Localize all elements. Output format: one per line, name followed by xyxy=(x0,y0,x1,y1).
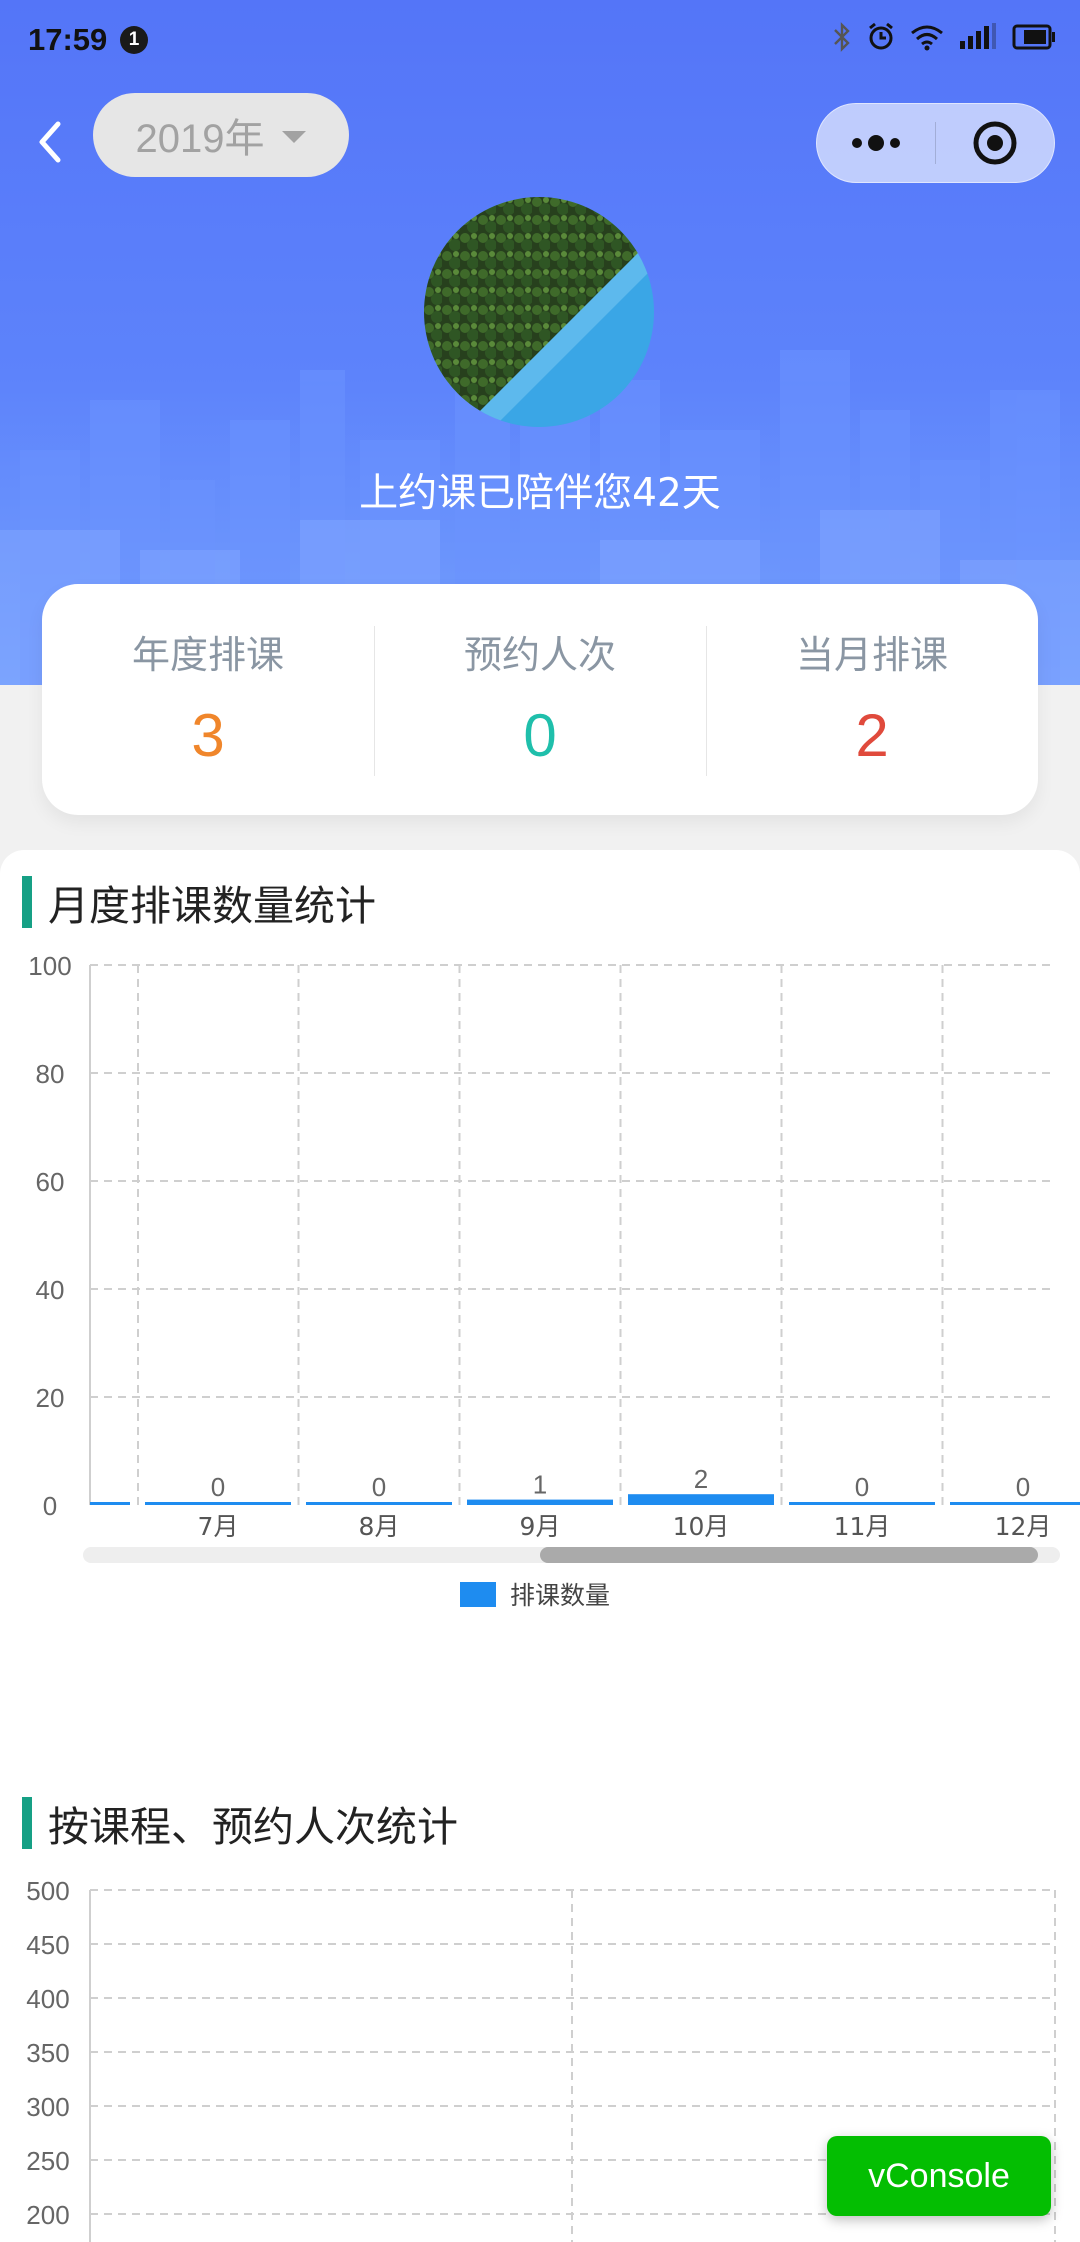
x-tick-label: 12月 xyxy=(995,1512,1052,1541)
chevron-down-icon xyxy=(282,131,307,143)
y-tick-label: 450 xyxy=(26,1930,69,1960)
stat-annual-classes[interactable]: 年度排课 3 xyxy=(42,584,374,815)
y-tick-label: 20 xyxy=(36,1383,65,1413)
legend-swatch xyxy=(460,1582,496,1607)
summary-stats-card: 年度排课 3 预约人次 0 当月排课 2 xyxy=(42,584,1038,815)
stat-label: 当月排课 xyxy=(795,633,948,677)
bar xyxy=(90,1502,130,1505)
stat-bookings[interactable]: 预约人次 0 xyxy=(374,584,706,815)
bar xyxy=(789,1502,935,1505)
bar xyxy=(628,1494,774,1505)
stat-value: 2 xyxy=(855,702,889,769)
stat-monthly-classes[interactable]: 当月排课 2 xyxy=(706,584,1038,815)
signal-icon xyxy=(960,23,996,49)
y-tick-label: 60 xyxy=(36,1167,65,1197)
header-background: 17:59 1 2019年 上约课已陪伴您42天 xyxy=(0,0,1080,685)
y-tick-label: 0 xyxy=(43,1491,57,1521)
back-arrow-icon[interactable] xyxy=(30,114,76,170)
battery-icon xyxy=(1012,24,1055,50)
notification-badge: 1 xyxy=(120,26,148,54)
companion-days-tagline: 上约课已陪伴您42天 xyxy=(359,471,721,516)
y-tick-label: 400 xyxy=(26,1984,69,2014)
stat-label: 预约人次 xyxy=(463,633,616,677)
vconsole-button[interactable]: vConsole xyxy=(827,2136,1051,2216)
bar xyxy=(306,1502,452,1505)
x-tick-label: 8月 xyxy=(359,1512,400,1541)
data-label: 0 xyxy=(211,1472,225,1502)
x-tick-label: 7月 xyxy=(198,1512,239,1541)
bluetooth-icon xyxy=(834,22,850,52)
y-tick-label: 350 xyxy=(26,2038,69,2068)
stat-label: 年度排课 xyxy=(131,633,284,677)
course-section-title: 按课程、预约人次统计 xyxy=(48,1803,458,1851)
bar xyxy=(145,1502,291,1505)
legend-label: 排课数量 xyxy=(510,1581,610,1610)
wifi-icon xyxy=(911,25,943,51)
data-label: 0 xyxy=(1016,1472,1030,1502)
data-label: 0 xyxy=(372,1472,386,1502)
bar xyxy=(950,1502,1080,1505)
section-accent-bar xyxy=(22,1797,32,1849)
data-label: 1 xyxy=(533,1470,547,1500)
x-tick-label: 11月 xyxy=(834,1512,891,1541)
y-tick-label: 40 xyxy=(36,1275,65,1305)
data-label: 2 xyxy=(694,1464,708,1494)
stat-value: 0 xyxy=(523,702,557,769)
x-tick-label: 9月 xyxy=(520,1512,561,1541)
year-picker[interactable]: 2019年 xyxy=(93,93,349,177)
chart-scrollbar-thumb xyxy=(540,1547,1038,1563)
data-label: 0 xyxy=(855,1472,869,1502)
mini-program-capsule xyxy=(816,103,1055,183)
y-tick-label: 80 xyxy=(36,1059,65,1089)
y-tick-label: 250 xyxy=(26,2146,69,2176)
status-time: 17:59 xyxy=(28,22,108,57)
monthly-classes-bar-chart: 0 20 40 60 80 100 0 7月 0 8月 1 9月 2 10月 0 11月 0 12月排课数量 xyxy=(28,951,1080,1610)
mini-program-close-icon[interactable] xyxy=(936,104,1054,182)
x-tick-label: 10月 xyxy=(673,1512,730,1541)
more-dots-icon[interactable] xyxy=(817,104,935,182)
year-picker-label: 2019年 xyxy=(135,117,265,161)
y-tick-label: 300 xyxy=(26,2092,69,2122)
alarm-icon xyxy=(869,22,893,50)
monthly-section-title: 月度排课数量统计 xyxy=(48,882,376,930)
stat-value: 3 xyxy=(191,702,225,769)
bar xyxy=(467,1499,613,1505)
y-tick-label: 200 xyxy=(26,2200,69,2230)
avatar xyxy=(424,197,654,427)
status-icons xyxy=(832,22,1056,52)
section-accent-bar xyxy=(22,876,32,928)
y-tick-label: 500 xyxy=(26,1876,69,1906)
y-tick-label: 100 xyxy=(28,951,71,981)
status-bar: 17:59 1 xyxy=(0,0,1080,82)
